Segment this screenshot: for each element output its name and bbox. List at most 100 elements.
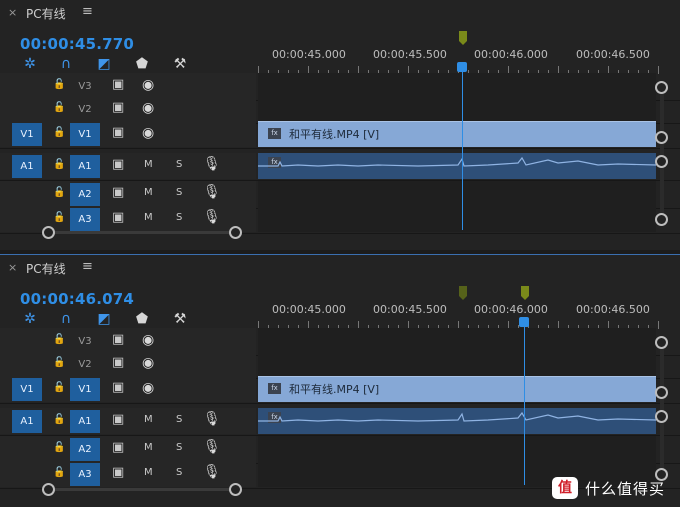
track-target-v3[interactable]: V3 <box>70 330 100 353</box>
scrollbar-handle-right[interactable] <box>229 226 242 239</box>
marker-icon[interactable] <box>521 286 529 300</box>
audio-clip[interactable]: fx <box>258 153 656 179</box>
panel-menu-icon[interactable]: ≡ <box>82 4 93 19</box>
camera-toggle-icon[interactable]: ▣ <box>112 355 124 370</box>
marker-icon[interactable] <box>459 31 467 45</box>
track-target-v1[interactable]: V1 <box>70 378 100 401</box>
camera-toggle-icon[interactable]: ▣ <box>112 412 124 427</box>
track-target-a1[interactable]: A1 <box>70 410 100 433</box>
add-marker-icon[interactable]: ⬟ <box>134 56 150 72</box>
vscroll-handle[interactable] <box>655 155 668 168</box>
eye-icon[interactable]: ◉ <box>142 332 154 348</box>
track-lane[interactable] <box>258 436 656 462</box>
camera-toggle-icon[interactable]: ▣ <box>112 157 124 172</box>
solo-button[interactable]: S <box>176 467 182 478</box>
marker-icon[interactable] <box>459 286 467 300</box>
playhead-line[interactable] <box>462 70 463 230</box>
video-clip[interactable]: fx 和平有线.MP4 [V] <box>258 121 656 147</box>
camera-toggle-icon[interactable]: ▣ <box>112 77 124 92</box>
track-lane[interactable]: fx 和平有线.MP4 [V] <box>258 376 656 402</box>
fx-icon[interactable]: fx <box>268 383 281 394</box>
camera-toggle-icon[interactable]: ▣ <box>112 125 124 140</box>
mute-button[interactable]: M <box>144 442 153 453</box>
vscroll-handle[interactable] <box>655 131 668 144</box>
mic-icon[interactable]: 🎙 <box>203 209 221 225</box>
lock-icon[interactable]: 🔓 <box>53 334 65 345</box>
magnet-icon[interactable]: ∩ <box>58 311 74 327</box>
lock-icon[interactable]: 🔓 <box>53 467 65 478</box>
mute-button[interactable]: M <box>144 159 153 170</box>
camera-toggle-icon[interactable]: ▣ <box>112 210 124 225</box>
lock-icon[interactable]: 🔓 <box>53 212 65 223</box>
mute-button[interactable]: M <box>144 414 153 425</box>
wrench-icon[interactable]: ⚒ <box>172 311 188 327</box>
track-header-scrollbar[interactable] <box>48 231 234 234</box>
source-patch-a1[interactable]: A1 <box>12 410 42 433</box>
track-target-a2[interactable]: A2 <box>70 183 100 206</box>
video-clip[interactable]: fx 和平有线.MP4 [V] <box>258 376 656 402</box>
lock-icon[interactable]: 🔓 <box>53 414 65 425</box>
mic-icon[interactable]: 🎙 <box>203 184 221 200</box>
track-target-v2[interactable]: V2 <box>70 353 100 376</box>
camera-toggle-icon[interactable]: ▣ <box>112 100 124 115</box>
solo-button[interactable]: S <box>176 187 182 198</box>
close-icon[interactable]: × <box>8 261 17 274</box>
vscroll-handle[interactable] <box>655 386 668 399</box>
track-target-v3[interactable]: V3 <box>70 75 100 98</box>
linked-selection-icon[interactable]: ◩ <box>96 311 112 327</box>
track-header-scrollbar[interactable] <box>48 488 234 491</box>
magnet-icon[interactable]: ∩ <box>58 56 74 72</box>
source-patch-a1[interactable]: A1 <box>12 155 42 178</box>
track-target-a3[interactable]: A3 <box>70 208 100 231</box>
camera-toggle-icon[interactable]: ▣ <box>112 185 124 200</box>
camera-toggle-icon[interactable]: ▣ <box>112 465 124 480</box>
source-patch-v1[interactable]: V1 <box>12 378 42 401</box>
lock-icon[interactable]: 🔓 <box>53 102 65 113</box>
track-target-a1[interactable]: A1 <box>70 155 100 178</box>
eye-icon[interactable]: ◉ <box>142 77 154 93</box>
mute-button[interactable]: M <box>144 187 153 198</box>
track-target-a3[interactable]: A3 <box>70 463 100 486</box>
close-icon[interactable]: × <box>8 6 17 19</box>
eye-icon[interactable]: ◉ <box>142 125 154 141</box>
snap-icon[interactable]: ✲ <box>22 56 38 72</box>
scrollbar-handle-right[interactable] <box>229 483 242 496</box>
mic-icon[interactable]: 🎙 <box>203 439 221 455</box>
mute-button[interactable]: M <box>144 212 153 223</box>
linked-selection-icon[interactable]: ◩ <box>96 56 112 72</box>
track-target-v1[interactable]: V1 <box>70 123 100 146</box>
track-lane[interactable]: fx 和平有线.MP4 [V] <box>258 121 656 147</box>
mic-icon[interactable]: 🎙 <box>203 156 221 172</box>
vscroll-handle[interactable] <box>655 213 668 226</box>
camera-toggle-icon[interactable]: ▣ <box>112 440 124 455</box>
sequence-tab-title[interactable]: PC有线 <box>26 5 66 22</box>
lock-icon[interactable]: 🔓 <box>53 159 65 170</box>
sequence-tab-title[interactable]: PC有线 <box>26 260 66 277</box>
track-lane[interactable] <box>258 206 656 232</box>
eye-icon[interactable]: ◉ <box>142 355 154 371</box>
scrollbar-handle-left[interactable] <box>42 483 55 496</box>
solo-button[interactable]: S <box>176 212 182 223</box>
mic-icon[interactable]: 🎙 <box>203 411 221 427</box>
lock-icon[interactable]: 🔓 <box>53 127 65 138</box>
track-target-a2[interactable]: A2 <box>70 438 100 461</box>
vscroll-handle[interactable] <box>655 336 668 349</box>
eye-icon[interactable]: ◉ <box>142 100 154 116</box>
snap-icon[interactable]: ✲ <box>22 311 38 327</box>
track-lane[interactable] <box>258 351 656 377</box>
fx-icon[interactable]: fx <box>268 128 281 139</box>
track-lane[interactable]: fx <box>258 153 656 179</box>
playhead-line[interactable] <box>524 325 525 485</box>
scrollbar-handle-left[interactable] <box>42 226 55 239</box>
eye-icon[interactable]: ◉ <box>142 380 154 396</box>
source-patch-v1[interactable]: V1 <box>12 123 42 146</box>
track-lane[interactable] <box>258 96 656 122</box>
solo-button[interactable]: S <box>176 159 182 170</box>
vscroll-handle[interactable] <box>655 410 668 423</box>
camera-toggle-icon[interactable]: ▣ <box>112 380 124 395</box>
add-marker-icon[interactable]: ⬟ <box>134 311 150 327</box>
time-ruler[interactable]: 00:00:45.000 00:00:45.500 00:00:46.000 0… <box>258 301 659 331</box>
solo-button[interactable]: S <box>176 414 182 425</box>
lock-icon[interactable]: 🔓 <box>53 442 65 453</box>
track-lane[interactable] <box>258 181 656 207</box>
